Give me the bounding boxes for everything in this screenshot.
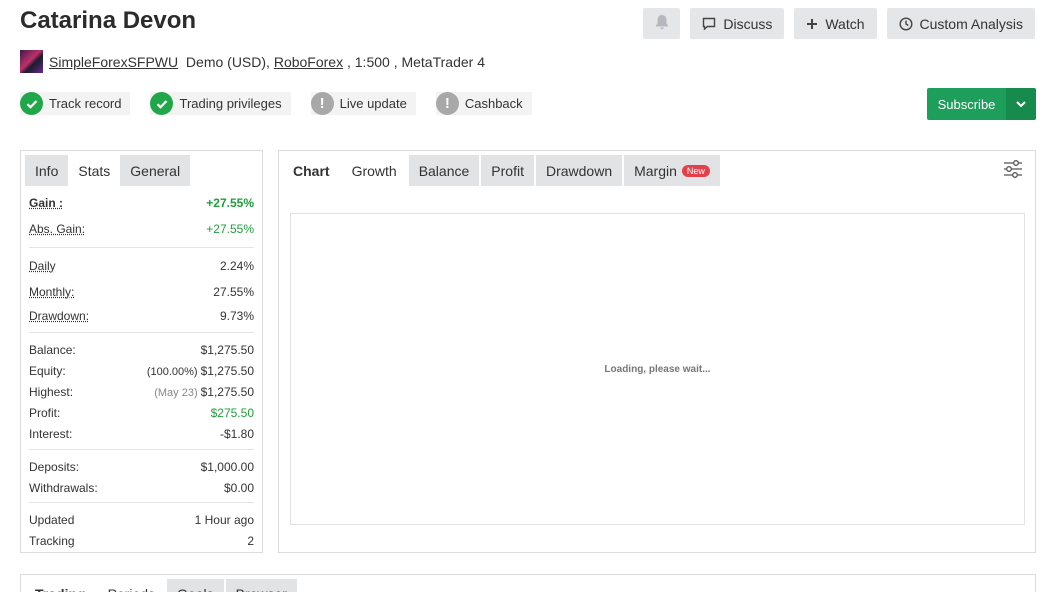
tab-profit[interactable]: Profit [481, 155, 534, 186]
badge-label: Trading privileges [179, 96, 282, 111]
new-badge: New [681, 164, 710, 177]
watch-button[interactable]: Watch [794, 8, 877, 39]
monthly-value: 27.55% [213, 284, 254, 299]
badge-label: Track record [49, 96, 122, 111]
gain-value: +27.55% [206, 196, 254, 210]
balance-value: $1,275.50 [200, 342, 254, 357]
tab-margin-label: Margin [634, 162, 677, 179]
stats-tabs: Info Stats General [21, 151, 262, 186]
tab-periods[interactable]: Periods [97, 579, 166, 592]
withdrawals-value: $0.00 [223, 480, 254, 495]
highest-label: Highest: [29, 384, 74, 399]
tab-drawdown[interactable]: Drawdown [535, 155, 623, 186]
subscribe-button[interactable]: Subscribe [927, 88, 1006, 120]
custom-analysis-button[interactable]: Custom Analysis [886, 8, 1035, 39]
watch-label: Watch [825, 15, 865, 32]
badge-cashback[interactable]: ! Cashback [435, 92, 532, 115]
badge-label: Cashback [464, 96, 523, 111]
discuss-label: Discuss [723, 15, 773, 32]
sliders-icon [1003, 160, 1023, 183]
bell-icon [654, 14, 670, 34]
profit-label: Profit: [29, 405, 61, 420]
broker-link[interactable]: RoboForex [274, 54, 343, 70]
withdrawals-label: Withdrawals: [29, 480, 98, 495]
interest-value: -$1.80 [219, 427, 254, 441]
stats-list: Gain : +27.55% Abs. Gain: +27.55% Daily … [21, 186, 262, 551]
page-title: Catarina Devon [20, 7, 197, 34]
badge-live-update[interactable]: ! Live update [310, 92, 416, 115]
account-leverage-platform: , 1:500 , MetaTrader 4 [346, 53, 485, 70]
tracking-label: Tracking [29, 533, 75, 548]
account-info: SimpleForexSFPWU Demo (USD), RoboForex ,… [20, 50, 485, 73]
notify-button[interactable] [643, 8, 681, 39]
deposits-label: Deposits: [29, 459, 80, 474]
tab-goals[interactable]: Goals [167, 579, 224, 592]
account-type: Demo (USD), [185, 53, 270, 70]
check-icon [150, 92, 174, 115]
tab-browser[interactable]: Browser [225, 579, 297, 592]
abs-gain-value: +27.55% [206, 222, 254, 236]
drawdown-label[interactable]: Drawdown: [29, 309, 89, 323]
discuss-button[interactable]: Discuss [690, 8, 785, 39]
updated-label: Updated [29, 512, 75, 527]
profit-value: $275.50 [210, 405, 254, 420]
daily-value: 2.24% [219, 259, 254, 273]
trading-panel: Trading Periods Goals Browser [20, 574, 1036, 592]
exclamation-icon: ! [310, 92, 334, 115]
verification-badges: Track record Trading privileges ! Live u… [20, 92, 532, 115]
clock-icon [899, 16, 913, 31]
chart-area: Loading, please wait... [290, 213, 1025, 525]
tracking-value: 2 [247, 533, 254, 548]
equity-value: $1,275.50 [200, 363, 254, 378]
exclamation-icon: ! [435, 92, 459, 115]
highest-date: (May 23) [154, 386, 198, 399]
tab-general[interactable]: General [120, 155, 191, 186]
tab-margin[interactable]: Margin New [624, 155, 720, 186]
username-link[interactable]: SimpleForexSFPWU [49, 54, 178, 70]
chart-settings-button[interactable] [1003, 159, 1023, 184]
tab-info[interactable]: Info [25, 155, 69, 186]
daily-label[interactable]: Daily [29, 259, 56, 273]
deposits-value: $1,000.00 [200, 459, 254, 474]
equity-label: Equity: [29, 363, 66, 378]
subscribe-group: Subscribe [927, 88, 1036, 120]
balance-label: Balance: [29, 342, 76, 357]
tab-stats[interactable]: Stats [68, 155, 121, 186]
header-actions: Discuss Watch Custom Analysis [643, 8, 1035, 39]
loading-text: Loading, please wait... [604, 363, 711, 375]
tab-balance[interactable]: Balance [408, 155, 480, 186]
abs-gain-label[interactable]: Abs. Gain: [29, 222, 85, 236]
chart-tabs: Chart Growth Balance Profit Drawdown Mar… [279, 151, 1035, 186]
chat-icon [702, 17, 716, 31]
subscribe-dropdown-button[interactable] [1006, 88, 1036, 120]
custom-analysis-label: Custom Analysis [919, 15, 1023, 32]
tab-growth[interactable]: Growth [341, 155, 407, 186]
tab-chart[interactable]: Chart [283, 155, 340, 186]
drawdown-value: 9.73% [219, 309, 254, 323]
stats-panel: Info Stats General Gain : +27.55% Abs. G… [20, 150, 263, 553]
monthly-label[interactable]: Monthly: [29, 285, 74, 299]
avatar [20, 50, 43, 73]
interest-label: Interest: [29, 427, 73, 441]
trading-tabs: Trading Periods Goals Browser [21, 575, 1035, 592]
chart-panel: Chart Growth Balance Profit Drawdown Mar… [278, 150, 1036, 553]
badge-trading-privileges[interactable]: Trading privileges [150, 92, 291, 115]
gain-label[interactable]: Gain : [29, 196, 63, 210]
check-icon [20, 92, 43, 115]
chevron-down-icon [1016, 95, 1026, 113]
plus-icon [806, 18, 818, 30]
updated-value: 1 Hour ago [194, 512, 254, 527]
equity-percent: (100.00%) [146, 365, 198, 378]
badge-label: Live update [339, 96, 407, 111]
highest-value: $1,275.50 [200, 384, 254, 399]
tab-trading[interactable]: Trading [25, 579, 96, 592]
badge-track-record[interactable]: Track record [20, 92, 131, 115]
